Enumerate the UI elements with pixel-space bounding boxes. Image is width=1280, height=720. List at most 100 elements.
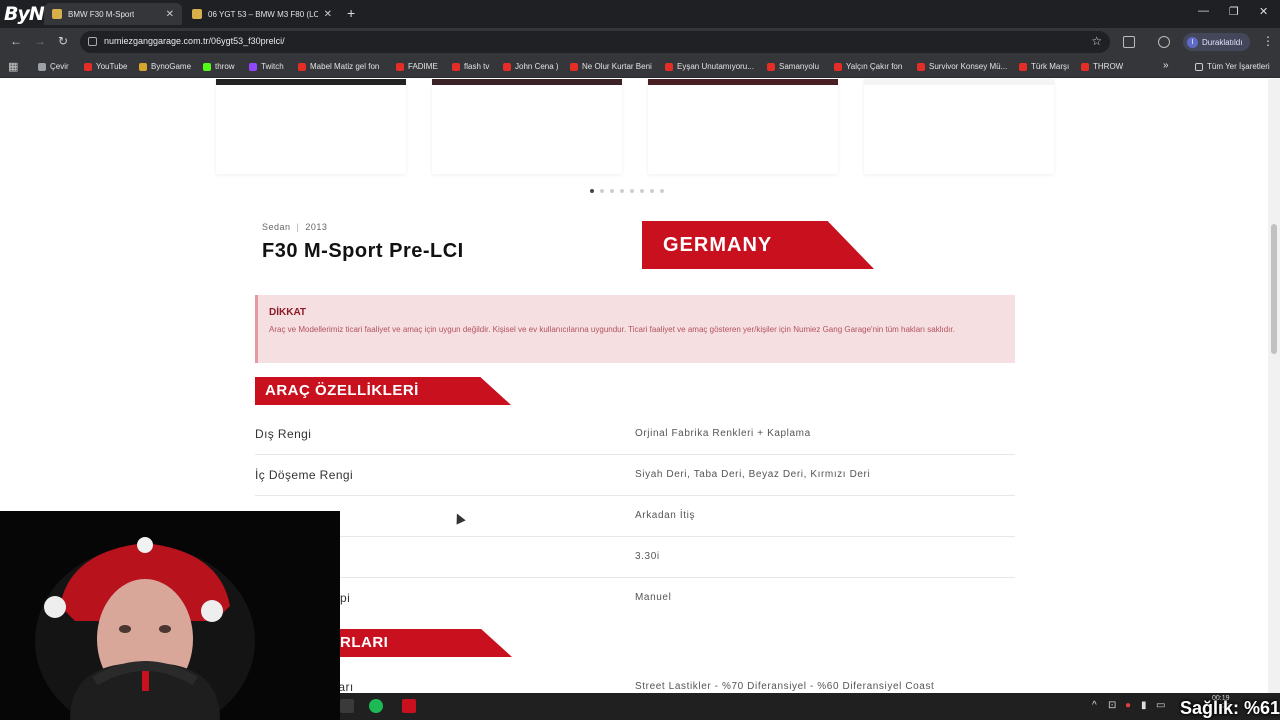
tab-bmw-m3[interactable]: 06 YGT 53 – BMW M3 F80 (LCI) ✕ [184,3,340,25]
window-close-icon[interactable]: ✕ [1259,5,1268,18]
bookmark-item[interactable]: Çevir [38,62,69,71]
bookmark-item[interactable]: Eyşan Unutamıyoru... [665,62,754,71]
profile-status: Duraklatıldı [1202,37,1243,47]
all-bookmarks-folder[interactable]: Tüm Yer İşaretleri [1195,62,1270,71]
bookmark-item[interactable]: YouTube [84,62,127,71]
terminal-icon[interactable] [340,699,354,713]
carousel-dot[interactable] [610,189,614,193]
feature-value: 3.30i [635,551,660,562]
bookmark-label: Ne Olur Kurtar Beni [582,62,652,71]
carousel-dot[interactable] [590,189,594,193]
bookmark-label: BynoGame [151,62,192,71]
bookmark-item[interactable]: John Cena ) [503,62,559,71]
folder-icon [1195,62,1203,71]
notice-text: Araç ve Modellerimiz ticari faaliyet ve … [269,325,955,334]
youtube-icon [917,62,925,71]
network-icon[interactable]: ⊡ [1108,700,1116,711]
site-info-icon[interactable] [88,37,97,46]
settings-row: t AyarıStreet Lastikler - %70 Diferansiy… [255,667,1015,693]
spotify-icon[interactable] [369,699,383,713]
tray-app-icon[interactable]: ▭ [1156,700,1165,711]
youtube-icon [1019,62,1027,71]
bookmark-label: FADIME [408,62,438,71]
bookmark-item[interactable]: THROW [1081,62,1123,71]
youtube-icon [665,62,673,71]
bookmark-item[interactable]: BynoGame [139,62,191,71]
settings-value: Street Lastikler - %70 Diferansiyel - %6… [635,681,935,692]
url-text[interactable]: numiezganggarage.com.tr/06ygt53_f30prelc… [104,36,285,46]
bookmark-item[interactable]: flash tv [452,62,489,71]
carousel-card[interactable] [648,79,838,174]
settings-heading: RLARI [340,634,389,651]
bookmark-star-icon[interactable]: ☆ [1091,34,1102,48]
bookmark-item[interactable]: Yalçın Çakır fon [834,62,902,71]
bookmark-item[interactable]: Survivor Konsey Mü... [917,62,1007,71]
tab-bar: ByNo BMW F30 M-Sport ✕ 06 YGT 53 – BMW M… [0,0,1280,28]
carousel-card[interactable] [864,79,1054,174]
scrollbar-thumb[interactable] [1271,224,1277,354]
carousel-dot[interactable] [640,189,644,193]
bookmark-label: THROW [1093,62,1124,71]
bookmarks-bar: ▦ Çevir YouTube BynoGame throw Twitch Ma… [0,56,1280,78]
country-banner: GERMANY [642,221,874,269]
profile-avatar: I [1187,36,1198,48]
bookmark-label: Samanyolu [779,62,820,71]
browser-menu-icon[interactable]: ⋮ [1262,34,1274,48]
back-icon[interactable]: ← [10,34,22,48]
bookmark-item[interactable]: Türk Marşı [1019,62,1069,71]
minimize-icon[interactable]: — [1198,5,1209,17]
notice-box: DİKKAT Araç ve Modellerimiz ticari faali… [255,295,1015,363]
features-heading-banner: ARAÇ ÖZELLİKLERİ [255,377,511,405]
bookmark-label: YouTube [96,62,128,71]
reload-icon[interactable]: ↻ [58,34,68,48]
carousel-dot[interactable] [620,189,624,193]
carousel-card[interactable] [432,79,622,174]
youtube-icon [570,62,578,71]
feature-value: Siyah Deri, Taba Deri, Beyaz Deri, Kırmı… [635,469,871,480]
game-launcher-icon[interactable] [402,699,416,713]
bookmark-label: Survivor Konsey Mü... [929,62,1008,71]
kick-icon [203,62,211,71]
bookmark-label: John Cena ) [515,62,559,71]
vehicle-meta: Sedan | 2013 [262,222,328,232]
carousel-dot[interactable] [660,189,664,193]
carousel-dot[interactable] [600,189,604,193]
bookmark-item[interactable]: Mabel Matiz gel fon [298,62,379,71]
tray-chevron-icon[interactable]: ^ [1092,700,1097,711]
youtube-icon [767,62,775,71]
profile-button[interactable]: I Duraklatıldı [1183,33,1251,51]
apps-icon[interactable]: ▦ [8,60,18,73]
youtube-icon [1081,62,1089,71]
bookmark-label: Eyşan Unutamıyoru... [677,62,754,71]
bookmark-item[interactable]: FADIME [396,62,438,71]
more-bookmarks-icon[interactable]: » [1163,60,1169,71]
bookmark-item[interactable]: Ne Olur Kurtar Beni [570,62,652,71]
restore-icon[interactable]: ❐ [1229,5,1239,18]
bookmark-label: flash tv [464,62,490,71]
carousel-dot[interactable] [650,189,654,193]
url-omnibox[interactable]: numiezganggarage.com.tr/06ygt53_f30prelc… [80,31,1110,53]
carousel-dots [590,189,664,193]
twitch-icon [249,62,257,71]
tray-app-icon[interactable]: ● [1125,700,1131,711]
feature-row: İç Döşeme Rengi Siyah Deri, Taba Deri, Be… [255,455,1015,496]
tab-close-icon[interactable]: ✕ [166,9,174,20]
bookmark-item[interactable]: Samanyolu [767,62,819,71]
forward-icon[interactable]: → [34,34,46,48]
new-tab-icon[interactable]: + [347,5,355,21]
tab-close-icon[interactable]: ✕ [324,9,332,20]
lens-icon[interactable] [1158,36,1170,48]
country-label: GERMANY [663,234,773,256]
youtube-icon [834,62,842,71]
tab-bmw-f30[interactable]: BMW F30 M-Sport ✕ [44,3,182,25]
microphone-icon[interactable]: ▮ [1141,700,1147,711]
carousel-dot[interactable] [630,189,634,193]
extensions-icon[interactable] [1123,36,1135,48]
feature-row: pi Manuel [255,578,1015,619]
bookmark-item[interactable]: throw [203,62,235,71]
bookmark-label: Tüm Yer İşaretleri [1207,62,1270,71]
bookmark-item[interactable]: Twitch [249,62,284,71]
page-scrollbar[interactable] [1268,79,1280,693]
carousel-card[interactable] [216,79,406,174]
taskbar: ^ ⊡ ● ▮ ▭ 00:19 …26 [340,693,1280,720]
